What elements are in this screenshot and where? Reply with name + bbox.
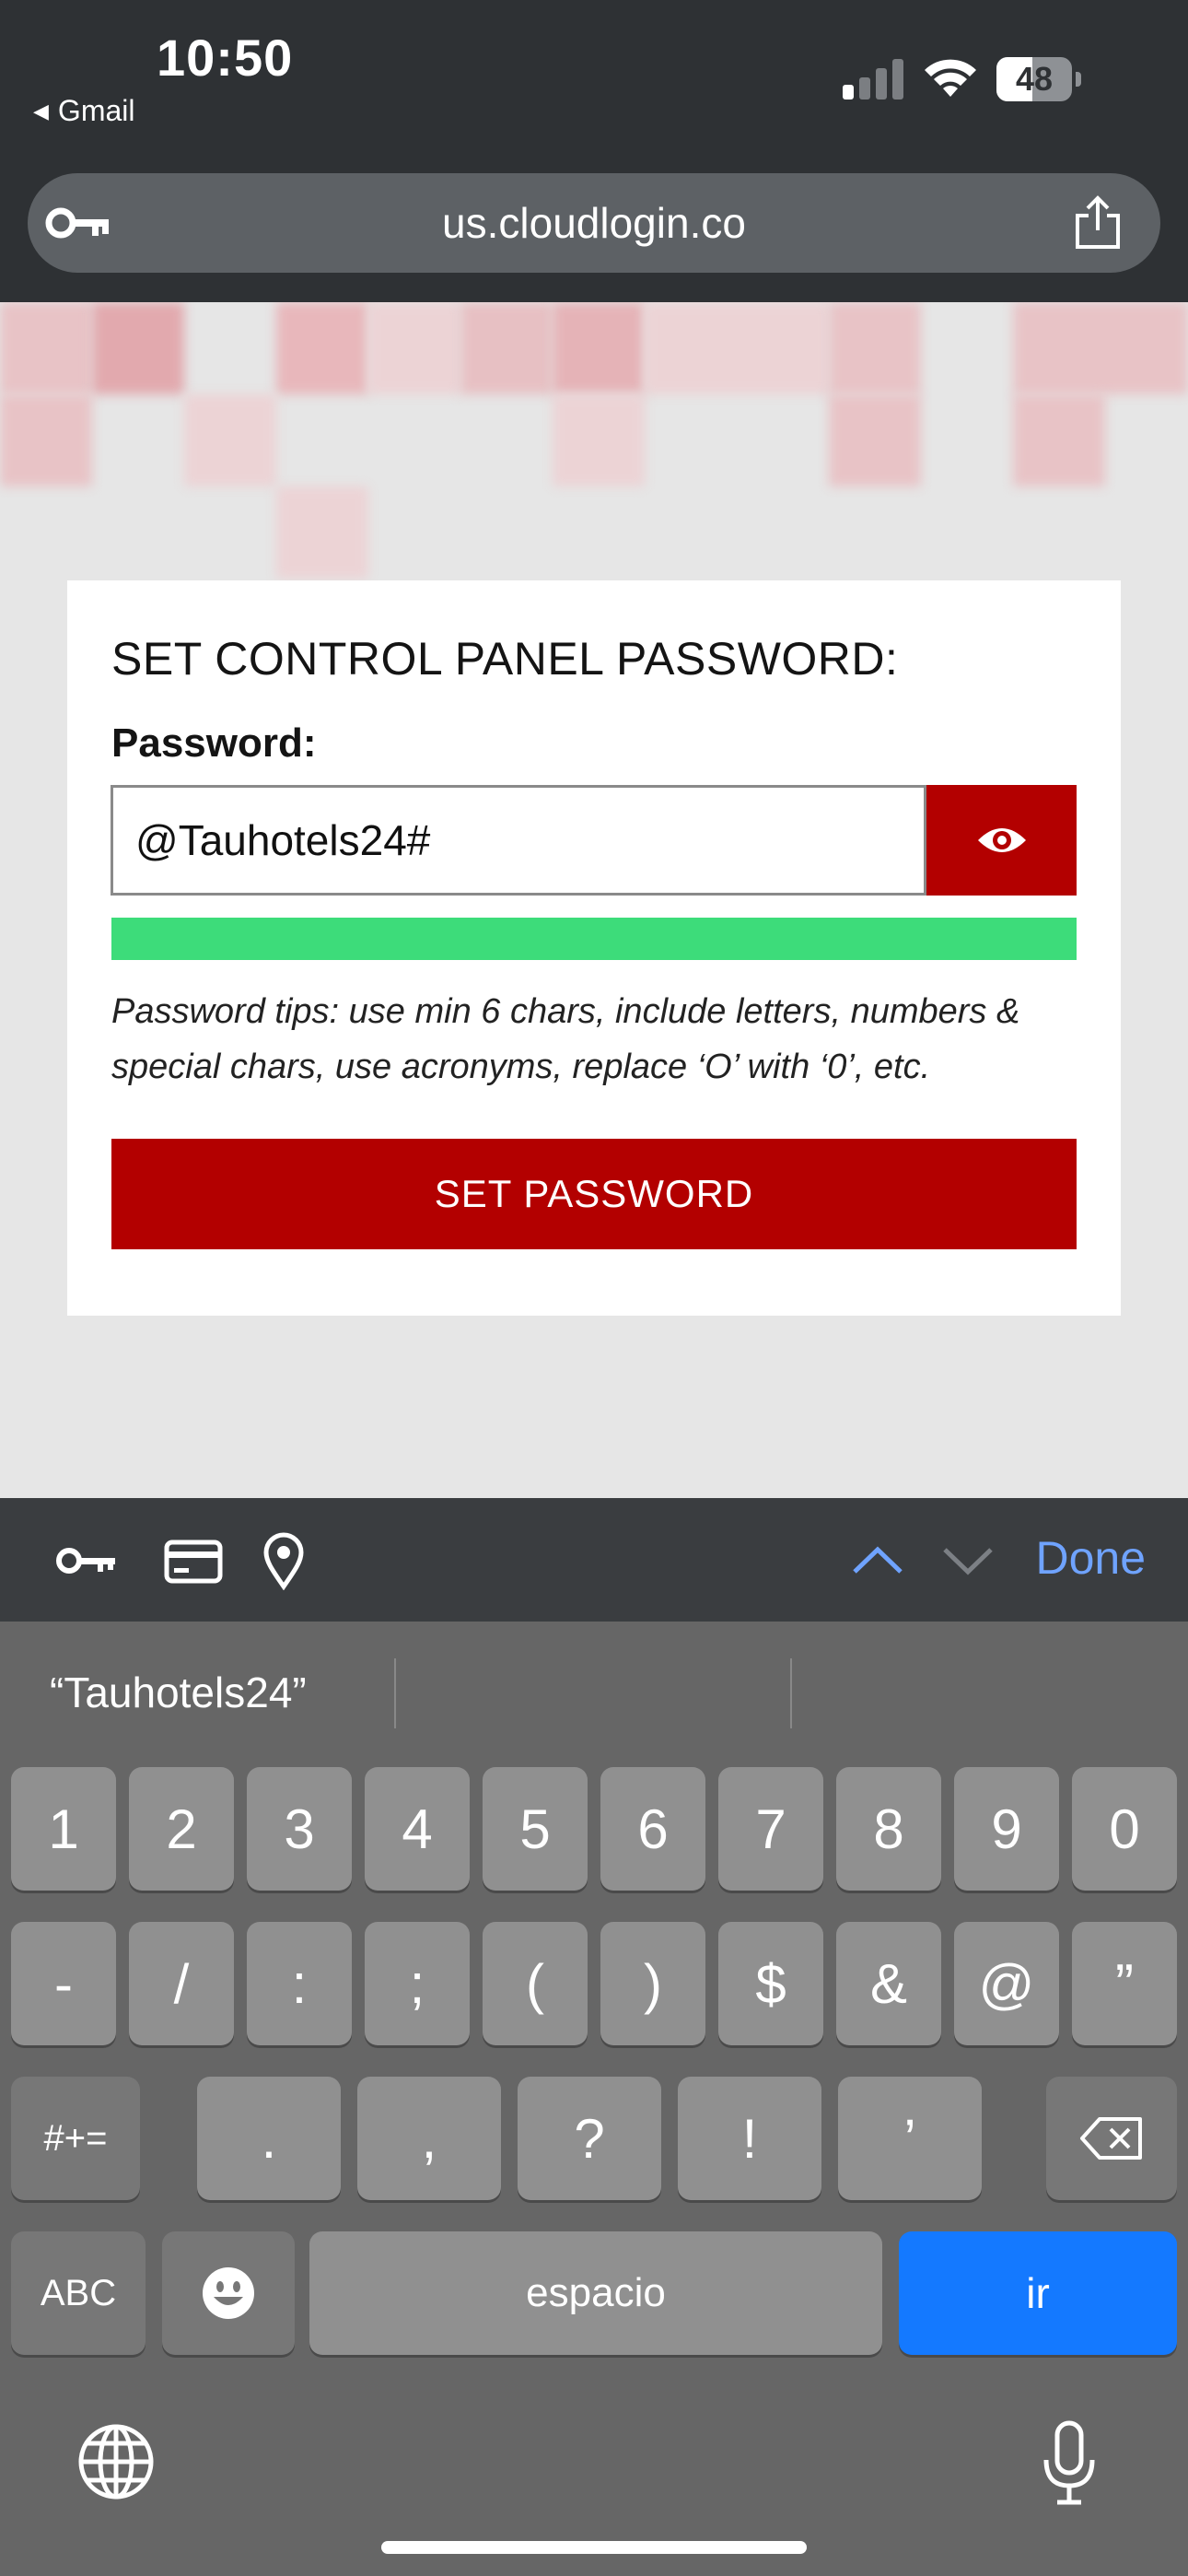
suggestion-bar: “Tauhotels24” xyxy=(0,1622,1188,1763)
suggestion-divider xyxy=(790,1658,792,1728)
key[interactable]: ! xyxy=(678,2077,821,2200)
backspace-icon xyxy=(1080,2117,1142,2160)
password-strength-bar xyxy=(111,918,1077,960)
cellular-signal-icon xyxy=(843,57,907,100)
key[interactable]: 0 xyxy=(1072,1767,1177,1891)
back-to-app-link[interactable]: ◀ Gmail xyxy=(33,94,134,128)
key[interactable]: - xyxy=(11,1922,116,2045)
decorative-tile xyxy=(553,394,645,486)
key[interactable]: ’ xyxy=(838,2077,982,2200)
decorative-tile xyxy=(184,394,276,486)
password-tips: Password tips: use min 6 chars, include … xyxy=(111,992,1020,1086)
status-time: 10:50 xyxy=(157,29,294,87)
password-input[interactable]: @Tauhotels24# xyxy=(111,785,926,896)
decorative-tile xyxy=(276,486,368,579)
set-password-button[interactable]: SET PASSWORD xyxy=(111,1139,1077,1249)
key[interactable]: 1 xyxy=(11,1767,116,1891)
key[interactable]: 9 xyxy=(954,1767,1059,1891)
back-app-label: Gmail xyxy=(57,94,135,127)
decorative-tile xyxy=(829,302,921,394)
suggestion-item[interactable]: “Tauhotels24” xyxy=(50,1622,307,1763)
decorative-tile xyxy=(1013,394,1105,486)
globe-icon[interactable] xyxy=(77,2423,155,2500)
key[interactable]: 8 xyxy=(836,1767,941,1891)
key[interactable]: 7 xyxy=(718,1767,823,1891)
key[interactable]: . xyxy=(197,2077,341,2200)
key[interactable]: , xyxy=(357,2077,501,2200)
key[interactable]: ) xyxy=(600,1922,705,2045)
decorative-tile xyxy=(460,302,553,394)
key[interactable]: ; xyxy=(365,1922,470,2045)
go-key[interactable]: ir xyxy=(899,2231,1177,2355)
status-bar: 10:50 ◀ Gmail 48 xyxy=(0,0,1188,173)
abc-key[interactable]: ABC xyxy=(11,2231,146,2355)
onscreen-keyboard: “Tauhotels24” 1 2 3 4 5 6 7 8 9 0 - / : … xyxy=(0,1622,1188,2576)
key[interactable]: 4 xyxy=(365,1767,470,1891)
eye-icon xyxy=(977,828,1026,852)
chevron-up-icon[interactable] xyxy=(851,1531,904,1590)
delete-key[interactable] xyxy=(1046,2077,1177,2200)
key[interactable]: & xyxy=(836,1922,941,2045)
decorative-tile xyxy=(92,302,184,394)
url-text[interactable]: us.cloudlogin.co xyxy=(28,173,1160,273)
key[interactable]: $ xyxy=(718,1922,823,2045)
decorative-tile xyxy=(645,302,829,394)
microphone-icon[interactable] xyxy=(1041,2419,1098,2508)
back-arrow-icon: ◀ xyxy=(33,99,49,123)
key[interactable]: : xyxy=(247,1922,352,2045)
decorative-tile xyxy=(553,302,645,394)
key[interactable]: ” xyxy=(1072,1922,1177,2045)
key[interactable]: / xyxy=(129,1922,234,2045)
done-button[interactable]: Done xyxy=(1035,1531,1146,1585)
key[interactable]: 5 xyxy=(483,1767,588,1891)
share-icon[interactable] xyxy=(1072,195,1124,251)
password-strength-fill xyxy=(111,918,1077,960)
show-password-button[interactable] xyxy=(926,785,1077,896)
key[interactable]: ( xyxy=(483,1922,588,2045)
address-bar[interactable]: us.cloudlogin.co xyxy=(28,173,1160,273)
emoji-key[interactable] xyxy=(162,2231,295,2355)
battery-percent: 48 xyxy=(1015,60,1054,98)
decorative-tile xyxy=(0,394,92,486)
key-icon[interactable] xyxy=(53,1531,118,1590)
decorative-tile xyxy=(0,302,92,394)
location-pin-icon[interactable] xyxy=(262,1531,306,1590)
decorative-tile xyxy=(829,394,921,486)
key[interactable]: 3 xyxy=(247,1767,352,1891)
decorative-tile xyxy=(368,302,460,394)
password-form-card: SET CONTROL PANEL PASSWORD: Password: @T… xyxy=(67,580,1121,1316)
credit-card-icon[interactable] xyxy=(164,1531,223,1590)
password-label: Password: xyxy=(111,720,317,766)
chevron-down-icon[interactable] xyxy=(941,1531,995,1590)
decorative-tile xyxy=(1013,302,1188,394)
key[interactable]: @ xyxy=(954,1922,1059,2045)
suggestion-divider xyxy=(394,1658,396,1728)
symbols-key[interactable]: #+= xyxy=(11,2077,140,2200)
emoji-icon xyxy=(203,2267,254,2319)
decorative-tile xyxy=(276,302,368,394)
web-page: SET CONTROL PANEL PASSWORD: Password: @T… xyxy=(0,302,1188,1500)
key[interactable]: 6 xyxy=(600,1767,705,1891)
form-title: SET CONTROL PANEL PASSWORD: xyxy=(111,633,899,685)
key[interactable]: 2 xyxy=(129,1767,234,1891)
space-key[interactable]: espacio xyxy=(309,2231,882,2355)
wifi-icon xyxy=(925,59,976,97)
password-value: @Tauhotels24# xyxy=(135,816,431,864)
battery-icon: 48 xyxy=(996,57,1081,101)
keyboard-accessory-bar: Done xyxy=(0,1498,1188,1622)
home-indicator[interactable] xyxy=(381,2541,807,2554)
key[interactable]: ? xyxy=(518,2077,661,2200)
